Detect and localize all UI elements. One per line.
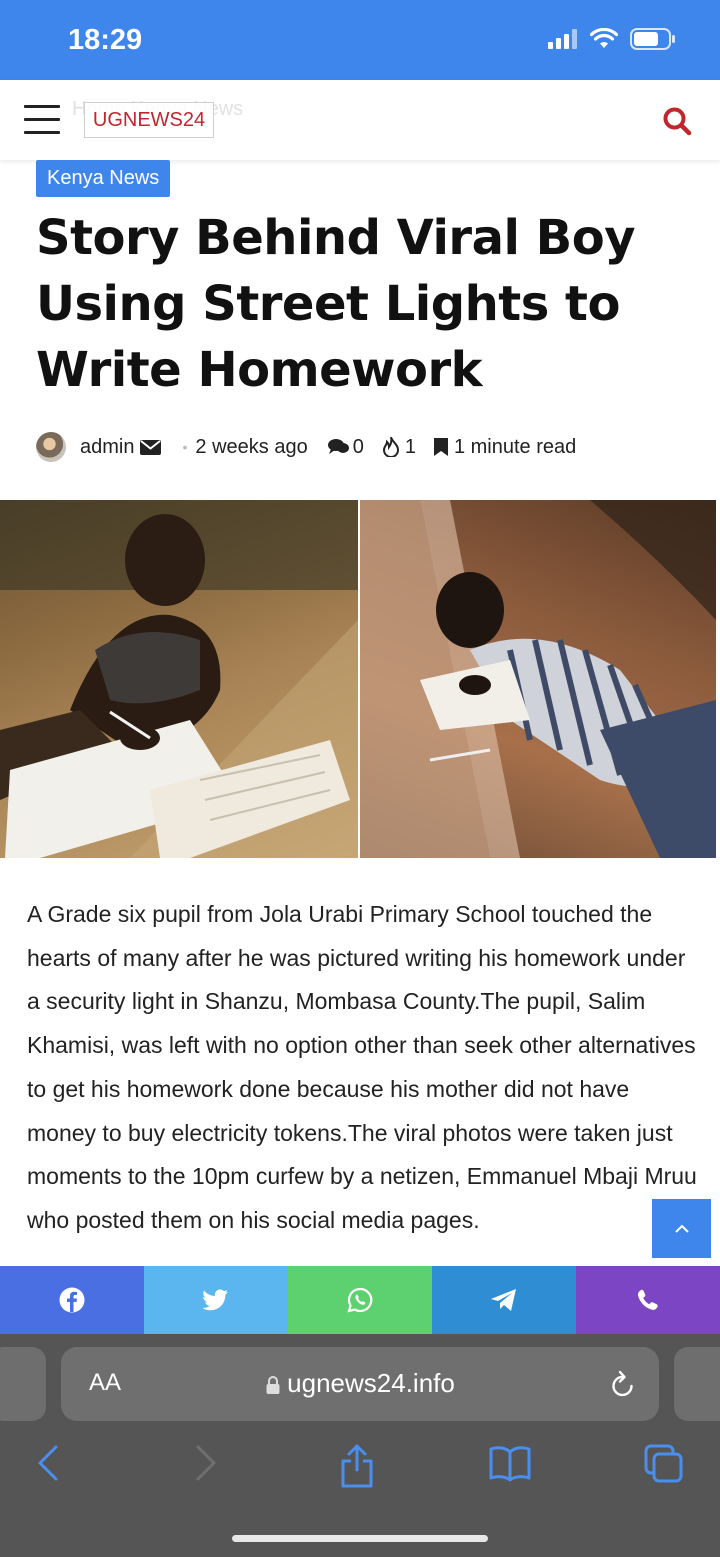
bookmark-icon: [433, 438, 448, 456]
status-time: 18:29: [68, 24, 143, 56]
photo-boy-writing-left: [0, 500, 358, 858]
views-value: 1: [404, 435, 416, 458]
comments-value: 0: [352, 435, 364, 458]
share-viber-button[interactable]: [576, 1266, 720, 1334]
bookmarks-icon[interactable]: [489, 1444, 531, 1482]
comments-count[interactable]: 0: [327, 435, 364, 459]
site-header: Home Kenya News UGNEWS24: [0, 80, 720, 160]
fire-icon: [382, 437, 399, 457]
browser-toolbar: [0, 1432, 720, 1502]
share-telegram-button[interactable]: [432, 1266, 576, 1334]
status-icons: [548, 28, 676, 50]
category-badge[interactable]: Kenya News: [36, 160, 171, 197]
article-body: A Grade six pupil from Jola Urabi Primar…: [27, 901, 697, 1233]
url-text: ugnews24.info: [287, 1368, 455, 1398]
hero-edge: [716, 500, 720, 860]
search-icon[interactable]: [662, 106, 692, 136]
read-time-value: 1 minute read: [453, 435, 577, 458]
chevron-up-icon: [674, 1224, 689, 1233]
views-count: 1: [382, 436, 416, 459]
next-tab-edge[interactable]: [674, 1347, 720, 1421]
status-bar: 18:29: [0, 0, 720, 80]
battery-icon: [630, 28, 675, 50]
author-name[interactable]: admin: [80, 436, 134, 459]
menu-icon[interactable]: [24, 105, 60, 135]
address-bar[interactable]: AA ugnews24.info: [61, 1347, 659, 1421]
article-hero-image[interactable]: [0, 500, 720, 860]
author-avatar[interactable]: [36, 432, 66, 462]
meta-separator: •: [182, 439, 188, 455]
scroll-to-top-button[interactable]: [652, 1199, 711, 1258]
read-time: 1 minute read: [433, 435, 577, 459]
lock-icon: [266, 1376, 280, 1395]
envelope-icon[interactable]: [140, 438, 162, 456]
phone-icon: [637, 1289, 658, 1310]
home-indicator[interactable]: [232, 1535, 488, 1542]
back-icon[interactable]: [36, 1444, 60, 1482]
url-display[interactable]: ugnews24.info: [61, 1368, 659, 1399]
signal-icon: [548, 29, 577, 49]
share-twitter-button[interactable]: [144, 1266, 288, 1334]
forward-icon[interactable]: [194, 1444, 218, 1482]
browser-bar: AA ugnews24.info: [0, 1334, 720, 1557]
previous-tab-edge[interactable]: [0, 1347, 46, 1421]
share-whatsapp-button[interactable]: [288, 1266, 432, 1334]
share-icon[interactable]: [339, 1444, 375, 1488]
article-date: 2 weeks ago: [195, 435, 308, 458]
tabs-icon[interactable]: [644, 1444, 684, 1484]
article-title: Story Behind Viral Boy Using Street Ligh…: [36, 210, 636, 398]
wifi-icon: [590, 28, 618, 48]
reload-icon[interactable]: [609, 1369, 637, 1399]
site-logo[interactable]: UGNEWS24: [84, 102, 214, 138]
comments-icon: [327, 439, 349, 454]
share-bar: [0, 1266, 720, 1334]
photo-boy-writing-right: [360, 500, 716, 858]
twitter-icon: [203, 1289, 228, 1311]
share-facebook-button[interactable]: [0, 1266, 144, 1334]
telegram-icon: [491, 1289, 516, 1311]
article-meta: admin • 2 weeks ago 0 1 1 minute read: [36, 430, 576, 464]
facebook-icon: [59, 1287, 85, 1313]
whatsapp-icon: [347, 1287, 373, 1313]
